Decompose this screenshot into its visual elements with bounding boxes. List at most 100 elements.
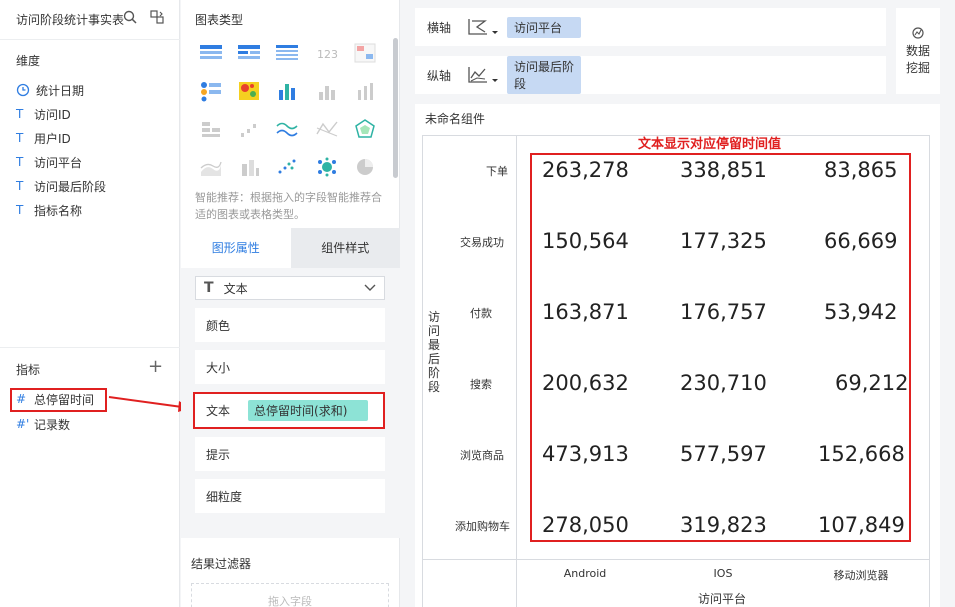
field-label: 记录数: [34, 417, 71, 432]
config-panel: 图表类型 123 智能推荐：根据拖入的字段智能推荐合适的图表或表格类型。 图形属…: [181, 0, 400, 607]
divider: [0, 39, 180, 40]
mark-type-value: 文本: [223, 281, 248, 296]
field-label: 用户ID: [34, 131, 71, 146]
area-chart-icon[interactable]: [199, 156, 223, 178]
smart-recommend-hint: 智能推荐：根据拖入的字段智能推荐合适的图表或表格类型。: [195, 191, 382, 221]
axis-chart-icon[interactable]: [467, 17, 499, 37]
y-axis-label: 纵轴: [427, 68, 452, 83]
col-label: IOS: [713, 567, 733, 580]
bubble-chart-icon[interactable]: [315, 156, 339, 178]
scatter-bar-icon[interactable]: [237, 118, 261, 140]
mark-type-select[interactable]: T 文本: [195, 276, 385, 300]
col-label: 移动浏览器: [833, 569, 889, 582]
kpi-card-icon[interactable]: [353, 42, 377, 64]
scatter-plot-icon[interactable]: [275, 156, 299, 178]
field-metric-name[interactable]: T 指标名称: [16, 201, 82, 219]
svg-text:123: 123: [317, 48, 338, 61]
chart-type-scrollbar[interactable]: [393, 38, 398, 178]
radar-line-icon[interactable]: [315, 118, 339, 140]
tab-graphic-attributes[interactable]: 图形属性: [181, 228, 291, 268]
line-chart-icon[interactable]: [275, 118, 299, 140]
field-visit-platform[interactable]: T 访问平台: [16, 153, 82, 171]
stacked-bar-icon[interactable]: [275, 80, 299, 102]
field-label: 访问最后阶段: [34, 179, 107, 194]
arrow-icon: [108, 396, 191, 412]
component-title[interactable]: 未命名组件: [425, 110, 485, 127]
highlight-box: [530, 153, 911, 542]
text-type-icon: T: [16, 107, 24, 121]
attr-tabs: 图形属性 组件样式: [181, 228, 400, 268]
field-panel: 访问阶段统计事实表 维度 统计日期 T 访问ID T 用户ID T 访问平台 T…: [0, 0, 180, 607]
text-type-icon: T: [16, 131, 24, 145]
dimensions-label: 维度: [16, 54, 41, 68]
text-mark-icon: T: [204, 280, 214, 296]
attr-label: 颜色: [206, 318, 231, 333]
heatmap-icon[interactable]: [237, 80, 261, 102]
attr-granularity[interactable]: 细粒度: [195, 479, 385, 513]
switch-dataset-icon[interactable]: [150, 10, 164, 24]
tab-component-style[interactable]: 组件样式: [290, 228, 400, 268]
column-chart-icon[interactable]: [353, 80, 377, 102]
row-label: 搜索: [470, 378, 492, 391]
attr-label: 提示: [206, 447, 231, 462]
dataset-title: 访问阶段统计事实表: [16, 13, 125, 27]
clock-icon: [16, 83, 30, 97]
y-axis-shelf[interactable]: 纵轴 访问最后阶段: [415, 56, 886, 94]
row-label: 浏览商品: [460, 449, 504, 462]
pie-chart-icon[interactable]: [353, 156, 377, 178]
field-visit-last-stage[interactable]: T 访问最后阶段: [16, 177, 106, 195]
bar-chart-icon[interactable]: [315, 80, 339, 102]
field-stat-date[interactable]: 统计日期: [16, 81, 84, 99]
frame-line: [422, 135, 423, 607]
highlight-box: [10, 388, 107, 412]
detail-table-icon[interactable]: [275, 42, 299, 64]
field-label: 访问平台: [34, 155, 83, 170]
result-filter-title: 结果过滤器: [191, 557, 252, 571]
add-metric-icon[interactable]: +: [148, 358, 163, 376]
field-label: 访问ID: [34, 107, 71, 122]
attr-color[interactable]: 颜色: [195, 308, 385, 342]
text-type-icon: T: [16, 203, 24, 217]
x-axis-field-pill[interactable]: 访问平台: [507, 16, 581, 38]
attr-label: 细粒度: [206, 489, 243, 504]
field-visit-id[interactable]: T 访问ID: [16, 105, 71, 123]
table-icon[interactable]: [199, 42, 223, 64]
chart-type-title: 图表类型: [195, 13, 244, 27]
number-type-icon: #': [16, 417, 30, 431]
filter-drop-zone[interactable]: 拖入字段: [191, 583, 389, 607]
search-icon[interactable]: [123, 10, 137, 24]
data-mining-button[interactable]: 数据挖掘: [896, 8, 940, 94]
chevron-down-icon: [364, 284, 376, 291]
field-label: 指标名称: [34, 203, 83, 218]
field-user-id[interactable]: T 用户ID: [16, 129, 71, 147]
x-axis-shelf[interactable]: 横轴 访问平台: [415, 8, 886, 46]
frame-line: [516, 135, 517, 607]
grid-chart-icon[interactable]: [199, 118, 223, 140]
kpi-number-icon[interactable]: 123: [315, 42, 339, 64]
frame-line: [929, 135, 930, 607]
radar-chart-icon[interactable]: [353, 118, 377, 140]
divider: [0, 347, 180, 348]
axis-type-icon: [467, 17, 507, 37]
axis-line-icon[interactable]: [467, 65, 499, 85]
x-axis-label: 横轴: [427, 20, 452, 35]
list-chart-icon[interactable]: [199, 80, 223, 102]
attr-tooltip[interactable]: 提示: [195, 437, 385, 471]
annotation-text: 文本显示对应停留时间值: [638, 137, 782, 152]
row-label: 交易成功: [460, 236, 504, 249]
text-type-icon: T: [16, 155, 24, 169]
highlight-box: [193, 392, 385, 429]
stacked-column-icon[interactable]: [237, 156, 261, 178]
data-mining-icon: [912, 27, 924, 39]
field-label: 统计日期: [36, 83, 85, 98]
metrics-label: 指标: [16, 363, 41, 377]
data-mining-label: 数据挖掘: [905, 44, 930, 75]
cross-table-icon[interactable]: [237, 42, 261, 64]
row-label: 下单: [486, 165, 508, 178]
y-axis-field-pill[interactable]: 访问最后阶段: [507, 56, 581, 94]
attr-size[interactable]: 大小: [195, 350, 385, 384]
field-record-count[interactable]: #' 记录数: [16, 415, 70, 433]
frame-line: [422, 559, 930, 560]
row-label: 添加购物车: [455, 520, 510, 533]
x-axis-title: 访问平台: [698, 592, 747, 606]
